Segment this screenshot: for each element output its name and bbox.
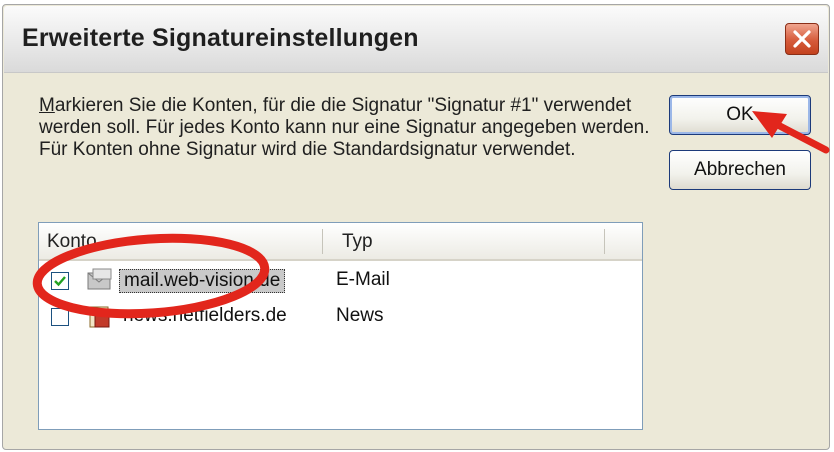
checkmark-icon [54,276,66,287]
account-checkbox[interactable] [51,308,69,326]
account-type: E-Mail [336,269,390,290]
list-row[interactable]: mail.web-vision.de E-Mail [39,267,642,297]
account-type: News [336,305,384,326]
account-list[interactable]: Konto Typ mail.web-vision.de E-Mail news… [38,222,643,430]
close-icon [793,30,811,48]
account-checkbox[interactable] [51,272,69,290]
cancel-button[interactable]: Abbrechen [669,150,811,190]
account-name: news.netfielders.de [123,305,287,326]
instruction-rest: arkieren Sie die Konten, für die die Sig… [39,95,650,160]
title-bar[interactable]: Erweiterte Signatureinstellungen [4,6,828,73]
dialog-window: Erweiterte Signatureinstellungen Markier… [2,4,830,450]
dialog-title: Erweiterte Signatureinstellungen [22,24,419,52]
column-header-account[interactable]: Konto [47,231,97,253]
account-name: mail.web-vision.de [119,269,286,293]
instruction-text: Markieren Sie die Konten, für die die Si… [39,95,659,161]
news-account-icon [89,306,110,328]
accelerator-letter: M [39,95,55,116]
mail-account-icon [87,268,112,290]
close-button[interactable] [785,23,819,55]
list-row[interactable]: news.netfielders.de News [39,303,642,333]
column-divider[interactable] [322,229,323,254]
list-header: Konto Typ [39,223,642,261]
ok-button[interactable]: OK [669,95,811,135]
column-header-type[interactable]: Typ [342,231,373,253]
column-divider[interactable] [604,229,605,254]
